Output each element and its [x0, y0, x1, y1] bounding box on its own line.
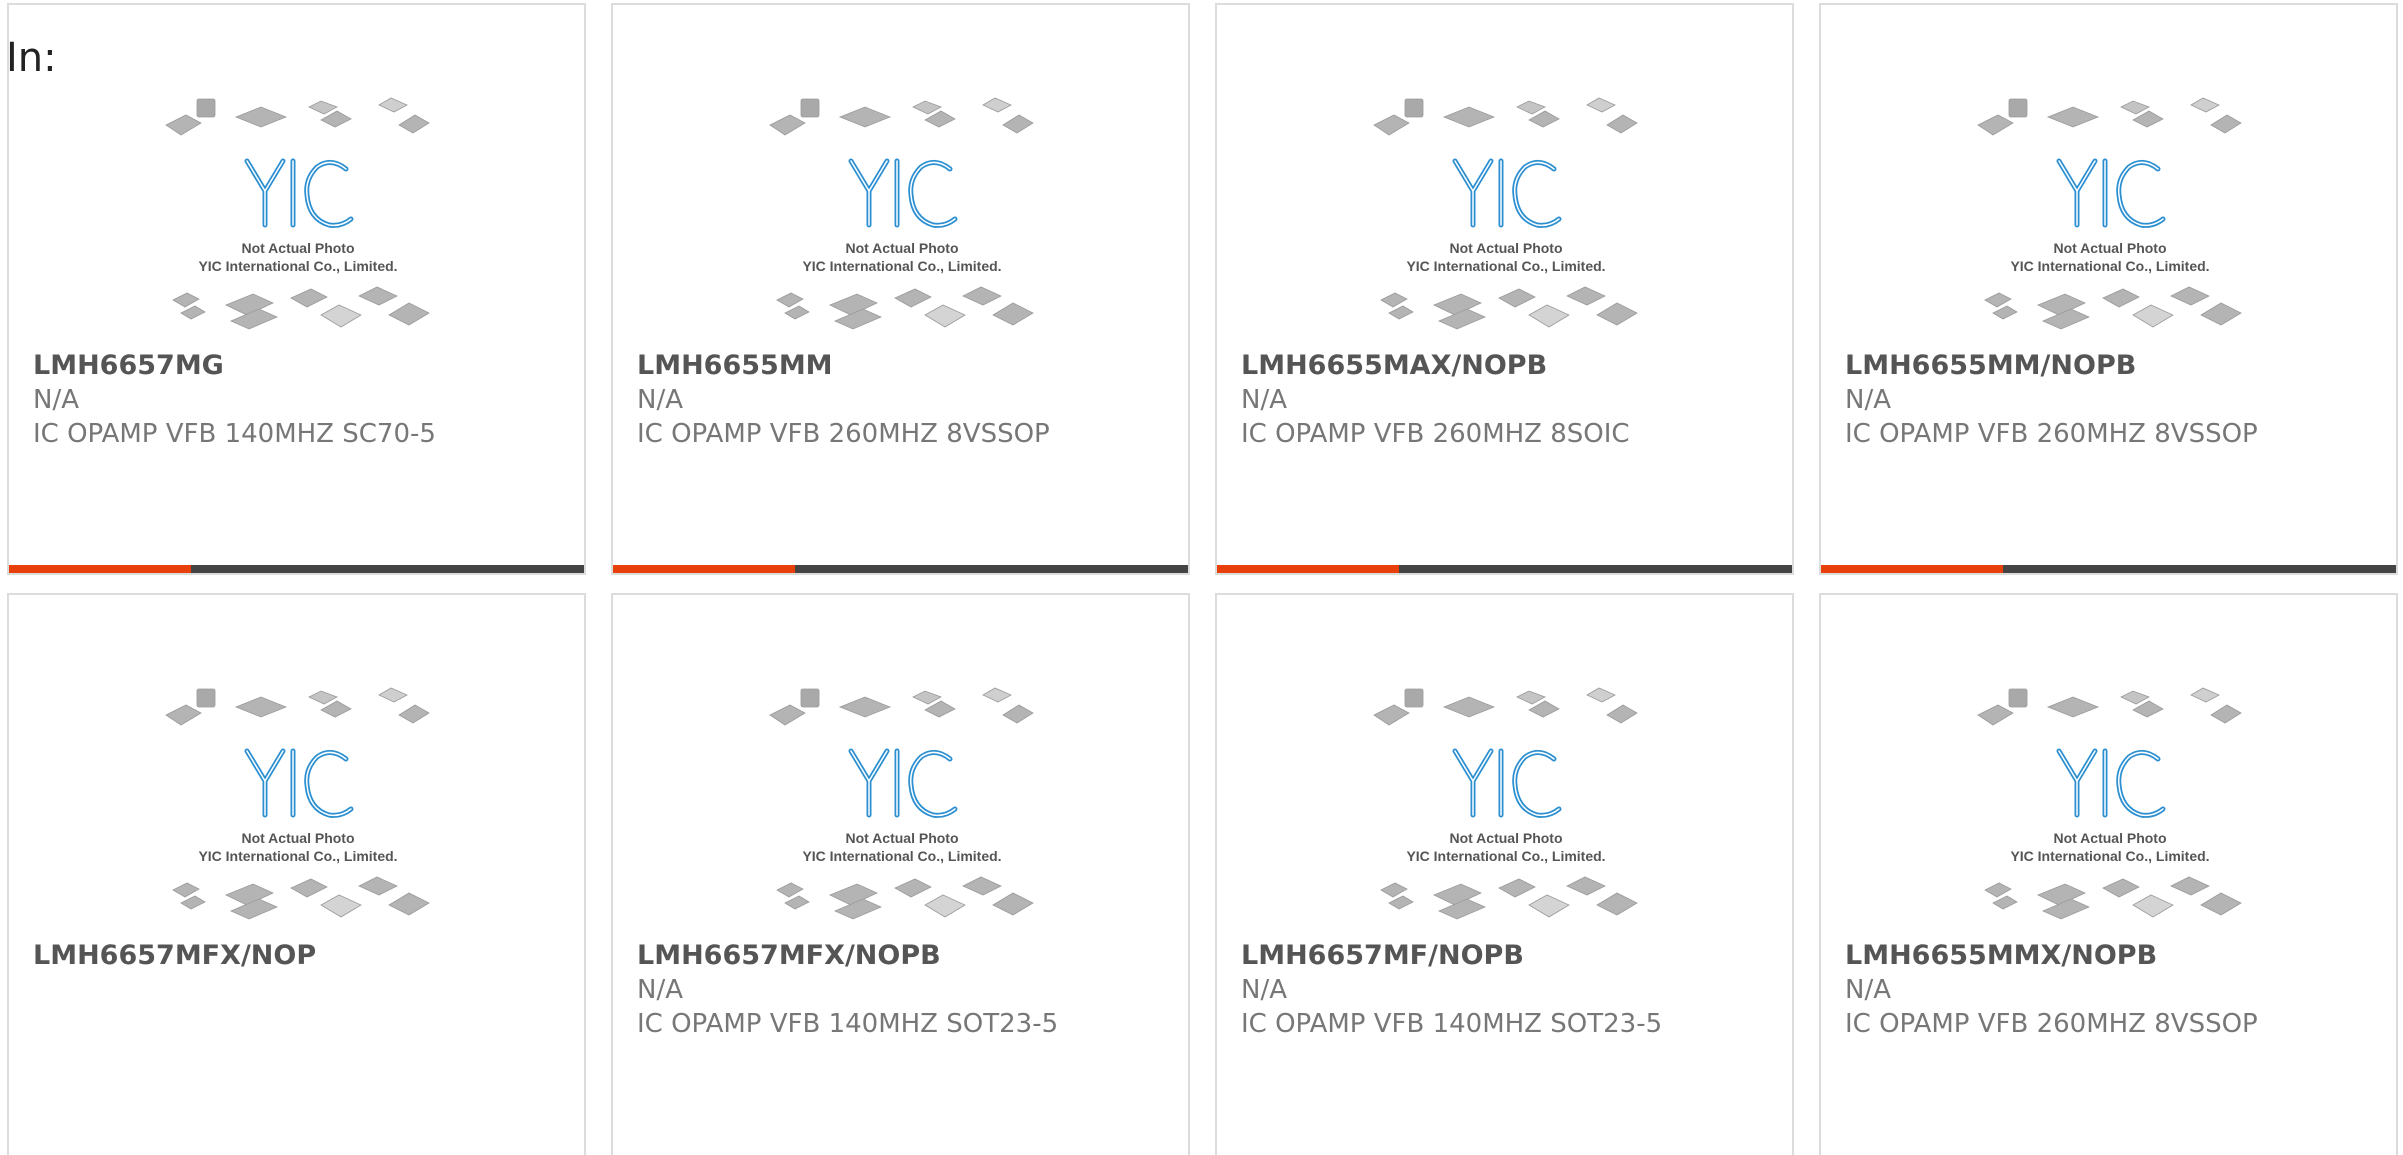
manufacturer: N/A — [1241, 385, 1287, 415]
manufacturer: N/A — [1845, 975, 1891, 1005]
manufacturer: N/A — [1845, 385, 1891, 415]
svg-text:Not Actual Photo: Not Actual Photo — [2053, 240, 2166, 256]
product-grid: Not Actual Photo YIC International Co., … — [7, 3, 2398, 1155]
bar-accent — [9, 565, 191, 573]
manufacturer: N/A — [637, 385, 683, 415]
description: IC OPAMP VFB 140MHZ SOT23-5 — [1241, 1009, 1663, 1039]
bar-rest — [191, 565, 584, 573]
part-number[interactable]: LMH6655MMX/NOPB — [1845, 939, 2380, 973]
svg-text:Not Actual Photo: Not Actual Photo — [845, 830, 958, 846]
product-placeholder-image: Not Actual Photo YIC International Co., … — [161, 95, 436, 340]
in-label: In: — [6, 35, 57, 81]
yic-placeholder-logo-icon: Not Actual Photo YIC International Co., … — [165, 97, 430, 330]
bar-rest — [795, 565, 1188, 573]
svg-text:Not Actual Photo: Not Actual Photo — [845, 240, 958, 256]
bar-accent — [1217, 565, 1399, 573]
product-placeholder-image: Not Actual Photo YIC International Co., … — [765, 685, 1040, 930]
product-card[interactable]: Not Actual Photo YIC International Co., … — [7, 593, 586, 1155]
svg-text:Not Actual Photo: Not Actual Photo — [1449, 240, 1562, 256]
part-number[interactable]: LMH6657MF/NOPB — [1241, 939, 1776, 973]
part-number[interactable]: LMH6657MFX/NOP — [33, 939, 568, 973]
product-placeholder-image: Not Actual Photo YIC International Co., … — [1369, 95, 1644, 340]
part-number[interactable]: LMH6655MM — [637, 349, 1172, 383]
card-bottom-bar — [613, 565, 1188, 573]
description: IC OPAMP VFB 260MHZ 8VSSOP — [637, 419, 1050, 449]
description: IC OPAMP VFB 140MHZ SOT23-5 — [637, 1009, 1059, 1039]
svg-text:YIC International Co., Limited: YIC International Co., Limited. — [802, 848, 1001, 864]
yic-placeholder-logo-icon: Not Actual Photo YIC International Co., … — [1977, 687, 2242, 920]
svg-text:YIC International Co., Limited: YIC International Co., Limited. — [1406, 848, 1605, 864]
yic-placeholder-logo-icon: Not Actual Photo YIC International Co., … — [769, 97, 1034, 330]
svg-text:Not Actual Photo: Not Actual Photo — [2053, 830, 2166, 846]
bar-accent — [613, 565, 795, 573]
product-placeholder-image: Not Actual Photo YIC International Co., … — [1973, 685, 2248, 930]
manufacturer: N/A — [637, 975, 683, 1005]
svg-text:Not Actual Photo: Not Actual Photo — [241, 830, 354, 846]
yic-placeholder-logo-icon: Not Actual Photo YIC International Co., … — [1373, 97, 1638, 330]
svg-text:Not Actual Photo: Not Actual Photo — [1449, 830, 1562, 846]
yic-placeholder-logo-icon: Not Actual Photo YIC International Co., … — [1977, 97, 2242, 330]
part-number[interactable]: LMH6655MM/NOPB — [1845, 349, 2380, 383]
yic-placeholder-logo-icon: Not Actual Photo YIC International Co., … — [165, 687, 430, 920]
part-number[interactable]: LMH6657MG — [33, 349, 568, 383]
part-number[interactable]: LMH6657MFX/NOPB — [637, 939, 1172, 973]
bar-rest — [1399, 565, 1792, 573]
manufacturer: N/A — [1241, 975, 1287, 1005]
bar-rest — [2003, 565, 2396, 573]
svg-text:YIC International Co., Limited: YIC International Co., Limited. — [1406, 258, 1605, 274]
card-bottom-bar — [9, 565, 584, 573]
product-card[interactable]: Not Actual Photo YIC International Co., … — [611, 593, 1190, 1155]
card-bottom-bar — [1821, 565, 2396, 573]
yic-placeholder-logo-icon: Not Actual Photo YIC International Co., … — [769, 687, 1034, 920]
product-card[interactable]: Not Actual Photo YIC International Co., … — [7, 3, 586, 575]
yic-placeholder-logo-icon: Not Actual Photo YIC International Co., … — [1373, 687, 1638, 920]
page: In: Not Actual Photo YIC International C… — [0, 0, 2403, 1155]
svg-text:YIC International Co., Limited: YIC International Co., Limited. — [198, 258, 397, 274]
product-card[interactable]: Not Actual Photo YIC International Co., … — [611, 3, 1190, 575]
svg-text:YIC International Co., Limited: YIC International Co., Limited. — [802, 258, 1001, 274]
svg-text:YIC International Co., Limited: YIC International Co., Limited. — [198, 848, 397, 864]
product-placeholder-image: Not Actual Photo YIC International Co., … — [1369, 685, 1644, 930]
description: IC OPAMP VFB 260MHZ 8VSSOP — [1845, 419, 2258, 449]
product-card[interactable]: Not Actual Photo YIC International Co., … — [1819, 3, 2398, 575]
description: IC OPAMP VFB 260MHZ 8VSSOP — [1845, 1009, 2258, 1039]
product-placeholder-image: Not Actual Photo YIC International Co., … — [1973, 95, 2248, 340]
product-placeholder-image: Not Actual Photo YIC International Co., … — [161, 685, 436, 930]
product-card[interactable]: Not Actual Photo YIC International Co., … — [1819, 593, 2398, 1155]
manufacturer: N/A — [33, 385, 79, 415]
product-placeholder-image: Not Actual Photo YIC International Co., … — [765, 95, 1040, 340]
svg-text:YIC International Co., Limited: YIC International Co., Limited. — [2010, 848, 2209, 864]
card-bottom-bar — [1217, 565, 1792, 573]
description: IC OPAMP VFB 260MHZ 8SOIC — [1241, 419, 1630, 449]
svg-text:Not Actual Photo: Not Actual Photo — [241, 240, 354, 256]
svg-text:YIC International Co., Limited: YIC International Co., Limited. — [2010, 258, 2209, 274]
description: IC OPAMP VFB 140MHZ SC70-5 — [33, 419, 436, 449]
product-card[interactable]: Not Actual Photo YIC International Co., … — [1215, 593, 1794, 1155]
part-number[interactable]: LMH6655MAX/NOPB — [1241, 349, 1776, 383]
bar-accent — [1821, 565, 2003, 573]
product-card[interactable]: Not Actual Photo YIC International Co., … — [1215, 3, 1794, 575]
